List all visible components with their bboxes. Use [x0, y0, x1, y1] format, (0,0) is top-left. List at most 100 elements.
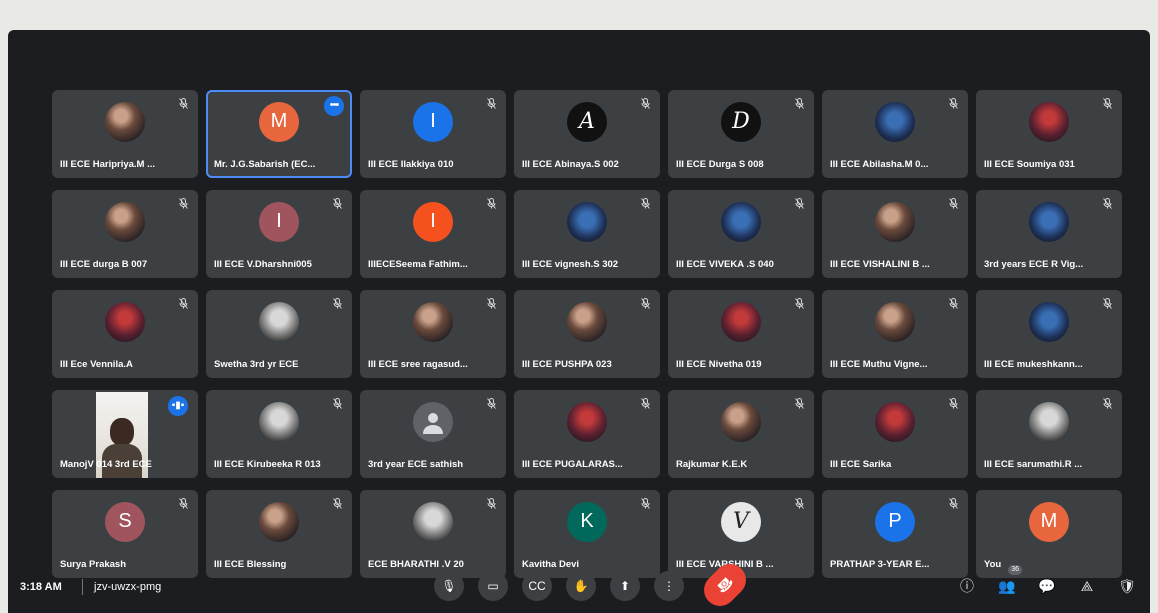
end-call-icon[interactable]: ☎ — [697, 557, 753, 613]
mic-off-icon — [486, 398, 496, 410]
mic-off-icon — [794, 298, 804, 310]
avatar-initial: M — [1029, 501, 1069, 542]
participant-tile[interactable]: I III ECE V.Dharshni005 — [206, 190, 352, 278]
participant-name: III ECE mukeshkann... — [984, 359, 1083, 370]
more-vert-icon[interactable]: ⋮ — [654, 571, 684, 601]
default-person-icon — [413, 401, 453, 442]
avatar-initial: M — [259, 101, 299, 142]
avatar-initial: A — [567, 101, 607, 142]
meeting-time: 3:18 AM — [20, 581, 62, 593]
participant-tile[interactable]: III ECE PUSHPA 023 — [514, 290, 660, 378]
avatar-initial: I — [413, 201, 453, 242]
participant-tile[interactable]: III ECE durga B 007 — [52, 190, 198, 278]
mic-off-icon — [948, 398, 958, 410]
host-controls-icon[interactable]: 🛡 — [1114, 573, 1140, 599]
participant-tile[interactable]: III ECE VIVEKA .S 040 — [668, 190, 814, 278]
participant-tile[interactable]: A III ECE Abinaya.S 002 — [514, 90, 660, 178]
mic-off-icon — [640, 398, 650, 410]
participant-name: III ECE sarumathi.R ... — [984, 459, 1083, 470]
mic-off-icon — [178, 98, 188, 110]
participant-tile[interactable]: I IIIECESeema Fathim... — [360, 190, 506, 278]
avatar-photo — [875, 201, 915, 242]
participant-tile[interactable]: III ECE Soumiya 031 — [976, 90, 1122, 178]
mic-off-icon — [640, 98, 650, 110]
captions-icon[interactable]: CC — [522, 571, 552, 601]
participant-tile[interactable]: M ••• Mr. J.G.Sabarish (EC... — [206, 90, 352, 178]
avatar-photo — [875, 301, 915, 342]
participant-tile[interactable]: 3rd year ECE sathish — [360, 390, 506, 478]
mic-off-icon — [178, 298, 188, 310]
participant-name: III ECE durga B 007 — [60, 259, 148, 270]
mic-off-icon — [486, 198, 496, 210]
avatar-photo — [1029, 201, 1069, 242]
avatar-photo — [721, 301, 761, 342]
activities-icon[interactable]: ⟁ — [1074, 573, 1100, 599]
mic-off-icon — [178, 198, 188, 210]
mic-off-icon — [640, 198, 650, 210]
participant-name: III ECE Nivetha 019 — [676, 359, 762, 370]
participant-tile[interactable]: 3rd years ECE R Vig... — [976, 190, 1122, 278]
participant-name: III ECE vignesh.S 302 — [522, 259, 619, 270]
participant-name: Mr. J.G.Sabarish (EC... — [214, 159, 316, 170]
participant-count-badge: 36 — [1008, 565, 1022, 575]
mic-off-icon — [1102, 298, 1112, 310]
mic-off-icon — [178, 498, 188, 510]
chat-icon-glyph: 💬 — [1038, 578, 1056, 594]
mic-off-icon — [640, 498, 650, 510]
participant-grid: III ECE Haripriya.M ... M ••• Mr. J.G.Sabar… — [52, 90, 1122, 582]
participant-name: III ECE Sarika — [830, 459, 892, 470]
people-icon-glyph: 👥 — [998, 578, 1016, 594]
participant-name: III ECE Haripriya.M ... — [60, 159, 156, 170]
avatar-photo — [567, 301, 607, 342]
chat-icon[interactable]: 💬 — [1034, 573, 1060, 599]
participant-tile[interactable]: III ECE PUGALARAS... — [514, 390, 660, 478]
mic-off-icon — [486, 298, 496, 310]
activities-icon-glyph: ⟁ — [1080, 578, 1094, 594]
avatar-photo — [1029, 301, 1069, 342]
camera-icon[interactable]: ▭ — [478, 571, 508, 601]
participant-tile[interactable]: III ECE mukeshkann... — [976, 290, 1122, 378]
participant-tile[interactable]: III ECE vignesh.S 302 — [514, 190, 660, 278]
people-icon[interactable]: 👥 36 — [994, 565, 1022, 599]
more-options-icon[interactable]: ••• — [324, 96, 344, 116]
present-screen-icon[interactable]: ⬆ — [610, 571, 640, 601]
participant-tile[interactable]: III ECE sarumathi.R ... — [976, 390, 1122, 478]
participant-tile[interactable]: III Ece Vennila.A — [52, 290, 198, 378]
mic-off-icon — [1102, 98, 1112, 110]
mic-off-icon — [332, 198, 342, 210]
avatar-photo — [259, 501, 299, 542]
participant-name: III ECE V.Dharshni005 — [214, 259, 312, 270]
mic-off-icon — [948, 298, 958, 310]
participant-name: Swetha 3rd yr ECE — [214, 359, 299, 370]
participant-tile[interactable]: D III ECE Durga S 008 — [668, 90, 814, 178]
participant-tile[interactable]: III ECE Kirubeeka R 013 — [206, 390, 352, 478]
participant-name: Rajkumar K.E.K — [676, 459, 748, 470]
participant-tile[interactable]: III ECE VISHALINI B ... — [822, 190, 968, 278]
avatar-initial: S — [105, 501, 145, 542]
participant-name: 3rd year ECE sathish — [368, 459, 464, 470]
avatar-photo — [105, 301, 145, 342]
participant-tile[interactable]: I III ECE Ilakkiya 010 — [360, 90, 506, 178]
mic-off-icon — [794, 98, 804, 110]
raise-hand-icon[interactable]: ✋ — [566, 571, 596, 601]
participant-tile[interactable]: III ECE Sarika — [822, 390, 968, 478]
meeting-code: jzv-uwzx-pmg — [94, 581, 162, 593]
participant-tile[interactable]: Swetha 3rd yr ECE — [206, 290, 352, 378]
participant-name: III ECE Durga S 008 — [676, 159, 764, 170]
participant-tile[interactable]: III ECE Abilasha.M 0... — [822, 90, 968, 178]
participant-name: III ECE Muthu Vigne... — [830, 359, 928, 370]
participant-name: III ECE Abinaya.S 002 — [522, 159, 619, 170]
participant-tile[interactable]: Rajkumar K.E.K — [668, 390, 814, 478]
participant-tile[interactable]: III ECE Nivetha 019 — [668, 290, 814, 378]
avatar-initial: D — [721, 101, 761, 142]
toolbar-divider — [82, 579, 83, 595]
participant-tile[interactable]: III ECE Haripriya.M ... — [52, 90, 198, 178]
participant-tile[interactable]: III ECE Muthu Vigne... — [822, 290, 968, 378]
microphone-icon[interactable]: 🎙 — [434, 571, 464, 601]
avatar-photo — [875, 401, 915, 442]
participant-tile[interactable]: III ECE sree ragasud... — [360, 290, 506, 378]
avatar-photo — [721, 401, 761, 442]
participant-tile[interactable]: ▪▮▪ ManojV 014 3rd ECE — [52, 390, 198, 478]
info-icon[interactable]: ⓘ — [954, 573, 980, 599]
participant-name: III ECE PUSHPA 023 — [522, 359, 612, 370]
